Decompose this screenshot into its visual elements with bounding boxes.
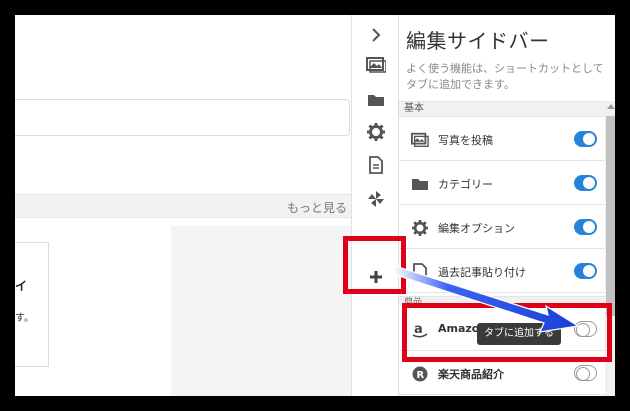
document-icon [411,263,429,281]
sidebar-description: よく使う機能は、ショートカットとしてタブに追加できます。 [406,62,604,91]
sidebar-item-label: 楽天商品紹介 [438,368,504,381]
section-header-basic: 基本 [399,101,605,117]
scroll-up-icon[interactable] [607,104,615,109]
toggle-switch[interactable] [574,175,597,191]
title-input[interactable] [15,99,350,136]
editor-area: もっと見る イ す。 [15,15,351,396]
card-heading: イ [15,279,28,293]
more-link[interactable]: もっと見る [287,199,347,216]
highlight-plus-box [343,236,406,294]
sidebar-item-label: 編集オプション [438,222,515,235]
chevron-right-icon[interactable] [352,23,399,47]
toggle-switch[interactable] [574,365,597,381]
sidebar-tab-strip [351,15,398,396]
sidebar-item-edit-options[interactable]: 編集オプション [399,206,605,249]
rakuten-icon: R [411,365,429,383]
document-icon[interactable] [352,153,399,177]
toggle-switch[interactable] [574,263,597,279]
folder-icon[interactable] [352,88,399,112]
more-bar: もっと見る [15,194,351,218]
highlight-amazon-box [402,303,612,362]
svg-text:R: R [417,370,425,381]
sidebar-item-past-articles[interactable]: 過去記事貼り付け [399,250,605,293]
card-area: イ す。 [15,226,351,396]
gear-icon [411,219,429,237]
image-icon[interactable] [352,53,399,77]
gear-icon[interactable] [352,120,399,144]
sidebar-item-category[interactable]: カテゴリー [399,162,605,205]
sidebar-item-label: 写真を投稿 [438,134,493,147]
toggle-switch[interactable] [574,131,597,147]
content-card[interactable]: イ す。 [15,242,49,367]
sidebar-item-label: カテゴリー [438,178,493,191]
toggle-switch[interactable] [574,219,597,235]
sidebar-item-photo[interactable]: 写真を投稿 [399,118,605,161]
pinwheel-icon[interactable] [352,187,399,211]
sidebar-item-label: 過去記事貼り付け [438,266,526,279]
sidebar-title: 編集サイドバー [406,29,550,53]
image-icon [411,131,429,149]
scroll-thumb[interactable] [606,116,615,316]
folder-icon [411,175,429,193]
card-text: す。 [15,313,34,324]
gray-panel [171,226,351,396]
